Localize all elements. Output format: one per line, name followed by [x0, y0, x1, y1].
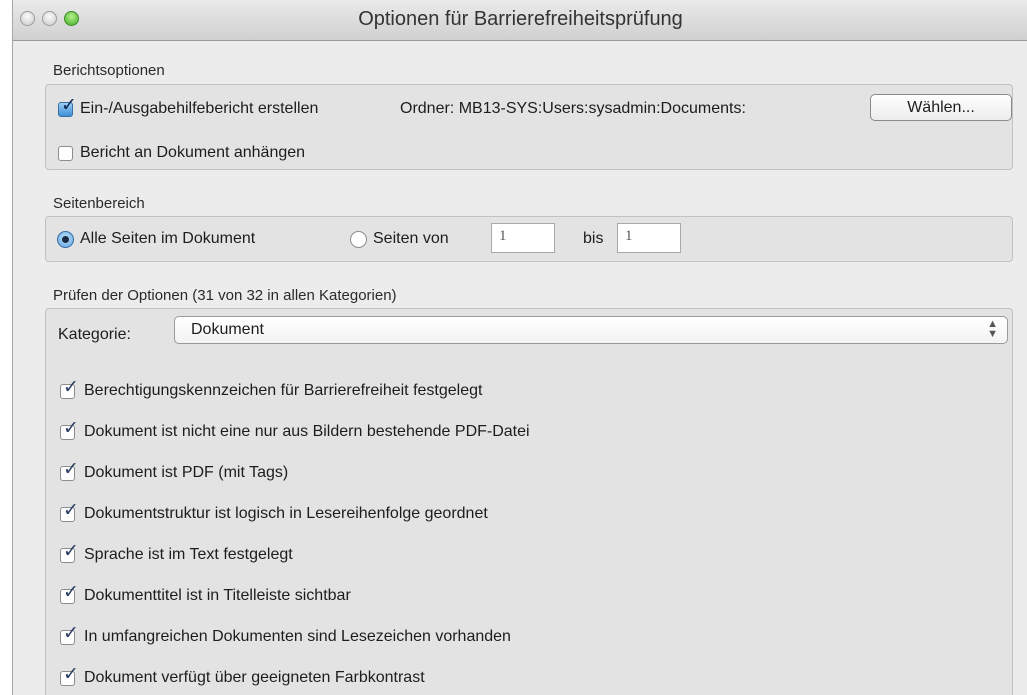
report-options-label: Berichtsoptionen [53, 62, 165, 79]
check-options-group: Kategorie: Dokument ▲ ▼ ✓ Berechtigungske… [45, 308, 1013, 695]
checkmark-icon: ✓ [63, 664, 79, 685]
checkmark-icon: ✓ [63, 541, 79, 562]
check-item-label: Berechtigungskennzeichen für Barrierefre… [84, 382, 483, 399]
category-label: Kategorie: [58, 326, 131, 343]
category-select-value: Dokument [191, 321, 264, 338]
check-item-label: In umfangreichen Dokumenten sind Lesezei… [84, 628, 511, 645]
checkmark-icon: ✓ [63, 623, 79, 644]
create-report-label: Ein-/Ausgabehilfebericht erstellen [80, 100, 319, 117]
check-item-checkbox[interactable]: ✓ [60, 501, 79, 522]
check-item-checkbox[interactable]: ✓ [60, 378, 79, 399]
checkmark-icon: ✓ [63, 418, 79, 439]
accessibility-check-dialog: Optionen für Barrierefreiheitsprüfung Be… [12, 0, 1027, 695]
checkmark-icon: ✓ [63, 582, 79, 603]
choose-folder-button[interactable]: Wählen... [870, 94, 1012, 121]
create-report-checkbox[interactable]: ✓ [58, 96, 77, 117]
radio-dot-icon [62, 236, 69, 243]
check-item-label: Dokument ist PDF (mit Tags) [84, 464, 289, 481]
select-arrows-icon: ▲ ▼ [987, 318, 998, 340]
to-label: bis [583, 230, 604, 247]
check-item-checkbox[interactable]: ✓ [60, 583, 79, 604]
check-item-label: Dokumenttitel ist in Titelleiste sichtba… [84, 587, 351, 604]
check-item-label: Dokument verfügt über geeigneten Farbkon… [84, 669, 425, 686]
check-item-checkbox[interactable]: ✓ [60, 665, 79, 686]
checkmark-icon: ✓ [63, 377, 79, 398]
pages-from-radio[interactable] [350, 231, 367, 248]
checkmark-icon: ✓ [63, 500, 79, 521]
report-options-group: ✓ Ein-/Ausgabehilfebericht erstellen Ord… [45, 84, 1013, 170]
check-item-label: Dokumentstruktur ist logisch in Lesereih… [84, 505, 488, 522]
check-item-checkbox[interactable]: ✓ [60, 624, 79, 645]
checkmark-icon: ✓ [61, 95, 77, 116]
page-to-input[interactable]: 1 [617, 223, 681, 253]
category-select[interactable]: Dokument ▲ ▼ [174, 316, 1008, 344]
check-options-label: Prüfen der Optionen (31 von 32 in allen … [53, 287, 397, 304]
folder-path-label: Ordner: MB13-SYS:Users:sysadmin:Document… [400, 100, 746, 117]
all-pages-radio[interactable] [57, 231, 74, 248]
check-item-label: Dokument ist nicht eine nur aus Bildern … [84, 423, 530, 440]
title-bar: Optionen für Barrierefreiheitsprüfung [13, 0, 1027, 41]
attach-report-checkbox[interactable] [58, 146, 73, 161]
check-item-label: Sprache ist im Text festgelegt [84, 546, 293, 563]
check-item-checkbox[interactable]: ✓ [60, 460, 79, 481]
page-from-input[interactable]: 1 [491, 223, 555, 253]
page-range-label: Seitenbereich [53, 195, 145, 212]
page-range-group: Alle Seiten im Dokument Seiten von 1 bis… [45, 216, 1013, 262]
pages-from-label: Seiten von [373, 230, 449, 247]
check-item-checkbox[interactable]: ✓ [60, 419, 79, 440]
all-pages-label: Alle Seiten im Dokument [80, 230, 256, 247]
check-item-checkbox[interactable]: ✓ [60, 542, 79, 563]
attach-report-label: Bericht an Dokument anhängen [80, 144, 306, 161]
window-title: Optionen für Barrierefreiheitsprüfung [358, 8, 683, 30]
checkmark-icon: ✓ [63, 459, 79, 480]
